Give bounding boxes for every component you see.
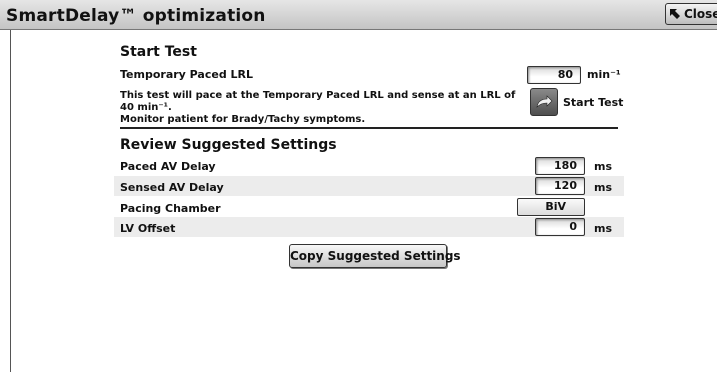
lv-offset-label: LV Offset: [120, 222, 176, 235]
close-button[interactable]: Close: [665, 3, 717, 25]
arrow-up-left-icon: [670, 9, 680, 19]
paced-av-delay-label: Paced AV Delay: [120, 160, 216, 173]
sensed-av-delay-unit: ms: [594, 181, 613, 194]
temp-lrl-label: Temporary Paced LRL: [120, 68, 254, 81]
description-line-1: This test will pace at the Temporary Pac…: [120, 90, 516, 113]
lv-offset-unit: ms: [594, 222, 613, 235]
pacing-chamber-label: Pacing Chamber: [120, 202, 221, 215]
temp-lrl-unit: min⁻¹: [587, 68, 621, 81]
start-test-label[interactable]: Start Test: [563, 96, 623, 109]
title-bar: SmartDelay™ optimization Close: [0, 0, 717, 30]
description-line-2: Monitor patient for Brady/Tachy symptoms…: [120, 114, 366, 125]
test-description: This test will pace at the Temporary Pac…: [120, 90, 530, 126]
section-divider: [120, 127, 618, 129]
paced-av-delay-unit: ms: [594, 160, 613, 173]
start-test-heading: Start Test: [120, 44, 197, 60]
pacing-chamber-select[interactable]: BiV: [517, 198, 585, 216]
copy-suggested-settings-button[interactable]: Copy Suggested Settings: [289, 244, 461, 268]
main-panel: [10, 30, 717, 372]
sensed-av-delay-label: Sensed AV Delay: [120, 181, 224, 194]
paced-av-delay-field[interactable]: 180: [535, 157, 585, 175]
window-title: SmartDelay™ optimization: [6, 6, 266, 26]
lv-offset-field[interactable]: 0: [535, 218, 585, 236]
start-test-button[interactable]: [530, 88, 558, 116]
curved-arrow-icon: [536, 95, 553, 108]
review-heading: Review Suggested Settings: [120, 137, 337, 153]
temp-lrl-field[interactable]: 80: [527, 66, 581, 84]
sensed-av-delay-field[interactable]: 120: [535, 177, 585, 195]
close-label: Close: [684, 7, 717, 21]
